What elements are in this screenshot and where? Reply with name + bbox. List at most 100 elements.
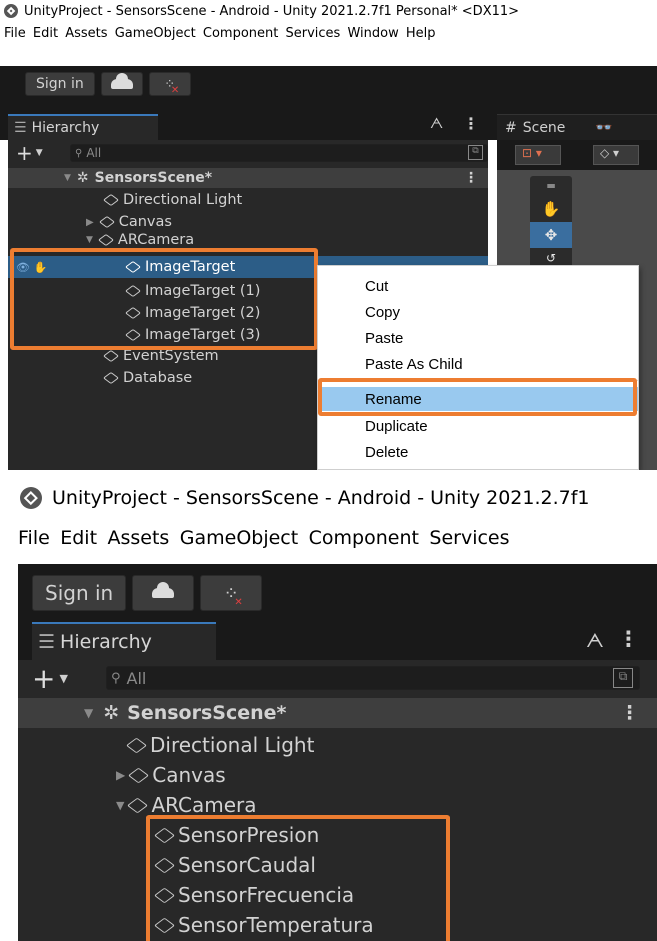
menu-file[interactable]: File <box>4 26 26 41</box>
search-input[interactable]: ⚲ All ⧉ <box>106 666 640 690</box>
menu-bar: File Edit Assets GameObject Component Se… <box>0 518 657 558</box>
menu-item-label: Delete <box>365 443 409 461</box>
collab-icon: ⁘ ✕ <box>164 76 180 96</box>
menu-item-duplicate[interactable]: Duplicate <box>318 415 638 437</box>
menu-file[interactable]: File <box>18 527 50 549</box>
menu-item-delete[interactable]: Delete <box>318 441 638 463</box>
tree-item-label: ARCamera <box>151 793 257 817</box>
chevron-right-icon[interactable]: ▶ <box>116 768 125 782</box>
menu-item-label: Paste <box>365 329 404 347</box>
window-title-bar: UnityProject - SensorsScene - Android - … <box>0 0 657 22</box>
collab-icon: ⁘ ✕ <box>223 582 243 608</box>
kebab-menu-icon[interactable]: ⋮ <box>620 702 639 724</box>
sign-in-label: Sign in <box>36 76 84 92</box>
bottom-screenshot: UnityProject - SensorsScene - Android - … <box>0 478 657 941</box>
tab-hierarchy[interactable]: ☰ Hierarchy <box>8 114 158 140</box>
menu-item-copy[interactable]: Copy <box>318 301 638 323</box>
context-menu: Cut Copy Paste Paste As Child Rename Dup… <box>317 265 639 470</box>
gameobject-icon <box>102 371 120 385</box>
search-icon: ⚲ <box>111 670 121 686</box>
menu-item-label: Cut <box>365 277 389 295</box>
scene-name: SensorsScene* <box>94 170 213 186</box>
menu-gameobject[interactable]: GameObject <box>180 527 298 549</box>
kebab-menu-icon[interactable]: ⋮ <box>618 627 639 651</box>
cloud-button[interactable] <box>100 72 143 96</box>
scene-tools: ═ ✋ ✥ ↺ <box>530 176 572 268</box>
cloud-button[interactable] <box>132 575 195 611</box>
gameobject-icon <box>126 737 147 753</box>
tree-item[interactable]: ▶ Canvas <box>8 212 488 232</box>
tree-item-label: Canvas <box>118 214 172 230</box>
search-placeholder: All <box>86 146 102 160</box>
chevron-down-icon[interactable]: ▼ <box>59 672 67 685</box>
cloud-icon <box>152 582 175 598</box>
menu-component[interactable]: Component <box>203 26 278 41</box>
chevron-down-icon[interactable]: ▼ <box>116 799 124 812</box>
chevron-down-icon[interactable]: ▼ <box>84 706 93 720</box>
menu-item-paste[interactable]: Paste <box>318 327 638 349</box>
menu-gameobject[interactable]: GameObject <box>115 26 196 41</box>
hand-tool-icon[interactable]: ✋ <box>530 196 572 222</box>
collab-button[interactable]: ⁘ ✕ <box>200 575 263 611</box>
lock-icon[interactable]: ᗅ <box>586 630 604 652</box>
menu-services[interactable]: Services <box>429 527 509 549</box>
gameobject-icon <box>97 233 114 247</box>
chevron-down-icon[interactable]: ▼ <box>86 235 93 245</box>
cloud-icon <box>110 73 133 89</box>
highlight-box <box>146 815 450 941</box>
list-icon: ☰ <box>38 631 56 653</box>
menu-item-cut[interactable]: Cut <box>318 275 638 297</box>
collab-button[interactable]: ⁘ ✕ <box>148 72 191 96</box>
menu-window[interactable]: Window <box>347 26 398 41</box>
menu-item-label: Duplicate <box>365 417 428 435</box>
menu-assets[interactable]: Assets <box>107 527 169 549</box>
tree-item[interactable]: Directional Light <box>18 730 657 760</box>
kebab-menu-icon[interactable]: ⋮ <box>463 114 479 133</box>
tab-hierarchy-label: Hierarchy <box>60 631 152 653</box>
tab-strip: ☰ Hierarchy ᗅ ⋮ # Scene 👓 <box>0 102 657 140</box>
unity-logo-icon <box>20 487 42 509</box>
menu-help[interactable]: Help <box>406 26 436 41</box>
editor-toolbar: Sign in ⁘ ✕ <box>18 564 657 622</box>
tab-hierarchy-label: Hierarchy <box>31 120 100 136</box>
tree-item-label: Directional Light <box>150 733 315 757</box>
menu-icon[interactable]: ═ <box>530 176 572 196</box>
hash-icon: # <box>505 119 517 136</box>
menu-item-paste-as-child[interactable]: Paste As Child <box>318 353 638 375</box>
move-tool-icon[interactable]: ✥ <box>530 222 572 248</box>
gameobject-icon <box>102 349 120 363</box>
gamepad-icon: 👓 <box>595 119 613 136</box>
search-placeholder: All <box>126 668 147 688</box>
search-icon: ⚲ <box>75 147 83 159</box>
top-screenshot: UnityProject - SensorsScene - Android - … <box>0 0 657 470</box>
tree-item[interactable]: Directional Light <box>8 190 488 210</box>
menu-bar: File Edit Assets GameObject Component Se… <box>0 22 657 44</box>
shading-button[interactable]: ◇ ▾ <box>593 145 639 165</box>
menu-services[interactable]: Services <box>286 26 341 41</box>
gizmo-button[interactable]: ⊡ ▾ <box>515 145 561 165</box>
tab-scene[interactable]: # Scene 👓 <box>497 114 657 140</box>
sign-in-button[interactable]: Sign in <box>32 575 127 611</box>
lock-icon[interactable]: ᗅ <box>430 116 443 132</box>
search-input[interactable]: ⚲ All ⧉ <box>70 144 488 162</box>
menu-assets[interactable]: Assets <box>65 26 107 41</box>
tree-item-label: ARCamera <box>117 232 195 248</box>
menu-component[interactable]: Component <box>309 527 419 549</box>
scene-search-icon[interactable]: ⧉ <box>613 668 633 688</box>
add-icon[interactable]: + <box>16 141 33 165</box>
scene-row[interactable]: ▼ ✲ SensorsScene* ⋮ <box>8 168 488 188</box>
menu-edit[interactable]: Edit <box>60 527 97 549</box>
chevron-down-icon[interactable]: ▼ <box>36 148 43 158</box>
window-title-bar: UnityProject - SensorsScene - Android - … <box>0 478 657 518</box>
add-icon[interactable]: + <box>32 662 55 695</box>
tab-hierarchy[interactable]: ☰ Hierarchy <box>32 622 216 660</box>
tree-item[interactable]: ▼ ARCamera <box>8 232 488 248</box>
tree-item[interactable]: ▶ Canvas <box>18 760 657 790</box>
scene-row[interactable]: ▼ ✲ SensorsScene* ⋮ <box>18 698 657 728</box>
menu-edit[interactable]: Edit <box>33 26 58 41</box>
scene-search-icon[interactable]: ⧉ <box>468 145 483 160</box>
chevron-down-icon[interactable]: ▼ <box>64 173 71 183</box>
sign-in-button[interactable]: Sign in <box>25 72 95 96</box>
kebab-menu-icon[interactable]: ⋮ <box>464 170 478 186</box>
chevron-right-icon[interactable]: ▶ <box>86 217 94 228</box>
